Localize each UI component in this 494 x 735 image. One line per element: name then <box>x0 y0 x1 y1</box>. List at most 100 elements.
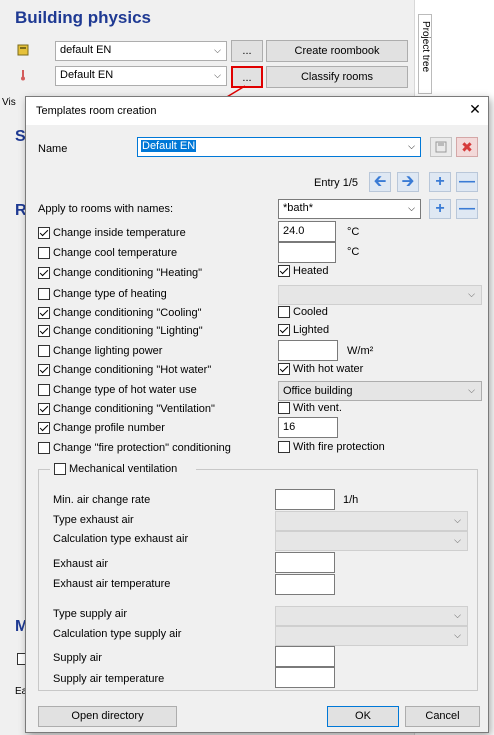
fire-protection-checkbox[interactable] <box>38 442 50 454</box>
chevron-down-icon: ⌵ <box>408 141 415 151</box>
cancel-button[interactable]: Cancel <box>405 706 480 727</box>
cooling-checkbox[interactable] <box>38 307 50 319</box>
lighting-power-input[interactable] <box>278 340 338 361</box>
inside-temperature-input[interactable]: 24.0 <box>278 221 336 242</box>
supply-air-input[interactable] <box>275 646 335 667</box>
open-directory-button[interactable]: Open directory <box>38 706 177 727</box>
heating-label: Change conditioning "Heating" <box>53 267 203 279</box>
fire-protection-label: Change "fire protection" conditioning <box>53 442 231 454</box>
name-combobox[interactable]: Default EN ⌵ <box>137 137 421 157</box>
roombook-template-edit-button[interactable]: ... <box>231 40 263 62</box>
lighting-power-label: Change lighting power <box>53 345 163 357</box>
ok-button[interactable]: OK <box>327 706 399 727</box>
chevron-down-icon: ⌵ <box>454 610 461 620</box>
heating-checkbox[interactable] <box>38 267 50 279</box>
profile-number-checkbox[interactable] <box>38 422 50 434</box>
cooling-label: Change conditioning "Cooling" <box>53 307 202 319</box>
panel-title: Building physics <box>15 8 152 27</box>
with-vent-checkbox[interactable] <box>278 402 290 414</box>
min-air-change-unit: 1/h <box>343 494 359 506</box>
chevron-down-icon: ⌵ <box>468 385 475 395</box>
calc-exhaust-air-label: Calculation type exhaust air <box>53 533 189 545</box>
project-tree-tab[interactable]: Project tree <box>418 14 432 94</box>
mechanical-ventilation-legend: Mechanical ventilation <box>50 461 196 477</box>
exhaust-air-temperature-input[interactable] <box>275 574 335 595</box>
with-hot-water-label: With hot water <box>293 363 364 375</box>
cool-temperature-checkbox[interactable] <box>38 247 50 259</box>
type-supply-air-label: Type supply air <box>53 608 127 620</box>
supply-air-temperature-label: Supply air temperature <box>53 673 165 685</box>
supply-air-label: Supply air <box>53 652 102 664</box>
heating-type-checkbox[interactable] <box>38 288 50 300</box>
roombook-icon <box>17 44 29 56</box>
previous-arrow-icon[interactable]: 🡰 <box>369 172 391 192</box>
inside-temperature-checkbox[interactable] <box>38 227 50 239</box>
inside-temperature-label: Change inside temperature <box>53 227 186 239</box>
cool-temperature-unit: °C <box>347 246 360 258</box>
lighting-power-unit: W/m² <box>347 345 374 357</box>
cool-temperature-input[interactable] <box>278 242 336 263</box>
hot-water-use-select[interactable]: Office building ⌵ <box>278 381 482 401</box>
chevron-down-icon: ⌵ <box>454 515 461 525</box>
dialog-title: Templates room creation <box>36 105 157 117</box>
type-exhaust-air-select[interactable]: ⌵ <box>275 511 468 531</box>
mechanical-ventilation-checkbox[interactable] <box>54 463 66 475</box>
remove-entry-icon[interactable]: — <box>456 172 478 192</box>
classify-rooms-button[interactable]: Classify rooms <box>266 66 408 88</box>
chevron-down-icon: ⌵ <box>214 45 221 55</box>
thermometer-icon <box>21 70 25 81</box>
lighting-label: Change conditioning "Lighting" <box>53 325 203 337</box>
name-value: Default EN <box>141 140 197 152</box>
calc-supply-air-select[interactable]: ⌵ <box>275 626 468 646</box>
cooled-label: Cooled <box>293 306 328 318</box>
type-supply-air-select[interactable]: ⌵ <box>275 606 468 626</box>
add-pattern-icon[interactable]: + <box>429 199 451 219</box>
chevron-down-icon: ⌵ <box>454 630 461 640</box>
profile-number-input[interactable]: 16 <box>278 417 338 438</box>
delete-icon[interactable]: ✖ <box>456 137 478 157</box>
lighting-power-checkbox[interactable] <box>38 345 50 357</box>
hot-water-use-label: Change type of hot water use <box>53 384 197 396</box>
create-roombook-button[interactable]: Create roombook <box>266 40 408 62</box>
lighted-checkbox[interactable] <box>278 324 290 336</box>
min-air-change-input[interactable] <box>275 489 335 510</box>
lighting-checkbox[interactable] <box>38 325 50 337</box>
chevron-down-icon: ⌵ <box>454 535 461 545</box>
apply-rooms-combobox[interactable]: *bath* ⌵ <box>278 199 421 219</box>
exhaust-air-temperature-label: Exhaust air temperature <box>53 578 171 590</box>
with-fire-protection-checkbox[interactable] <box>278 441 290 453</box>
name-label: Name <box>38 143 68 155</box>
heating-type-select[interactable]: ⌵ <box>278 285 482 305</box>
add-entry-icon[interactable]: + <box>429 172 451 192</box>
hot-water-checkbox[interactable] <box>38 364 50 376</box>
templates-room-creation-dialog: Templates room creation ✕ Name Default E… <box>25 96 489 733</box>
with-fire-protection-label: With fire protection <box>293 441 385 453</box>
calc-supply-air-label: Calculation type supply air <box>53 628 182 640</box>
hot-water-use-checkbox[interactable] <box>38 384 50 396</box>
save-icon[interactable] <box>430 137 452 157</box>
roombook-template-select[interactable]: default EN ⌵ <box>55 41 227 61</box>
next-arrow-icon[interactable]: 🡲 <box>397 172 419 192</box>
heating-type-label: Change type of heating <box>53 288 167 300</box>
exhaust-air-input[interactable] <box>275 552 335 573</box>
partial-label: Vis <box>2 97 16 108</box>
lighted-label: Lighted <box>293 324 330 336</box>
entry-counter: Entry 1/5 <box>314 177 359 189</box>
mechanical-ventilation-label: Mechanical ventilation <box>69 463 178 475</box>
ventilation-checkbox[interactable] <box>38 403 50 415</box>
with-hot-water-checkbox[interactable] <box>278 363 290 375</box>
chevron-down-icon: ⌵ <box>468 289 475 299</box>
inside-temperature-unit: °C <box>347 226 360 238</box>
heated-checkbox[interactable] <box>278 265 290 277</box>
profile-number-label: Change profile number <box>53 422 165 434</box>
min-air-change-label: Min. air change rate <box>53 494 151 506</box>
cool-temperature-label: Change cool temperature <box>53 247 178 259</box>
type-exhaust-air-label: Type exhaust air <box>53 514 134 526</box>
supply-air-temperature-input[interactable] <box>275 667 335 688</box>
calc-exhaust-air-select[interactable]: ⌵ <box>275 531 468 551</box>
close-icon[interactable]: ✕ <box>468 101 482 119</box>
cooled-checkbox[interactable] <box>278 306 290 318</box>
remove-pattern-icon[interactable]: — <box>456 199 478 219</box>
hot-water-label: Change conditioning "Hot water" <box>53 364 212 376</box>
chevron-down-icon: ⌵ <box>214 70 221 80</box>
